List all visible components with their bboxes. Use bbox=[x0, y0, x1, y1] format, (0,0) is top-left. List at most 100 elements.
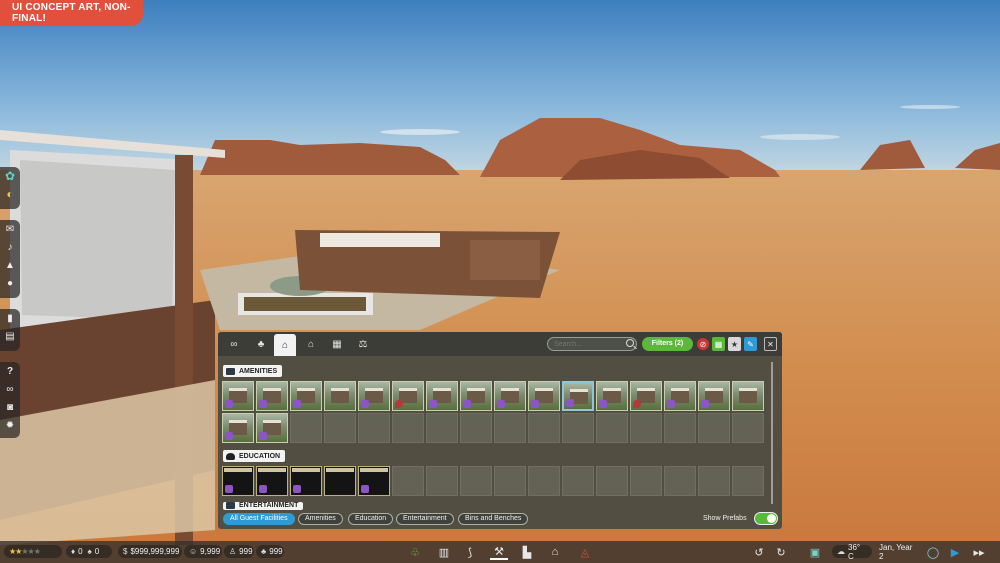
star-icon[interactable]: ★ bbox=[728, 337, 741, 351]
facility-item[interactable] bbox=[358, 466, 390, 496]
show-prefabs-toggle[interactable] bbox=[754, 512, 778, 525]
facility-item[interactable] bbox=[528, 381, 560, 411]
book-icon[interactable]: ▤ bbox=[0, 327, 20, 345]
fence-icon[interactable]: ▥ bbox=[435, 544, 453, 560]
amenities-section-header: AMENITIES bbox=[223, 365, 283, 377]
panel-tab-row: ∞ ♣ ⌂ ⌂ ▦ ⚖ Filters (2) ⊘ ▦ ★ ✎ ✕ bbox=[218, 332, 782, 356]
empty-slot bbox=[664, 412, 696, 443]
category-entertainment[interactable]: Entertainment bbox=[396, 513, 454, 525]
play-icon[interactable]: ▶ bbox=[946, 544, 964, 560]
counters[interactable]: ♦ 0 ♠ 0 bbox=[66, 545, 112, 558]
filters-button[interactable]: Filters (2) bbox=[642, 337, 693, 351]
left-toolbar-group-2: ✉ ♪ ▲ ● bbox=[0, 220, 20, 298]
empty-slot bbox=[426, 466, 458, 496]
guests-display[interactable]: ☺ 9,999 bbox=[184, 545, 222, 558]
facility-item[interactable] bbox=[222, 412, 254, 443]
no-entry-icon[interactable]: ⊘ bbox=[697, 338, 709, 350]
facility-item[interactable] bbox=[460, 381, 492, 411]
facility-item[interactable] bbox=[426, 381, 458, 411]
empty-slot bbox=[732, 412, 764, 443]
molecule-icon[interactable]: ✿ bbox=[0, 167, 20, 185]
panel-scrollbar[interactable] bbox=[771, 362, 773, 504]
facility-item[interactable] bbox=[222, 466, 254, 496]
facility-item[interactable] bbox=[358, 381, 390, 411]
category-amenities[interactable]: Amenities bbox=[298, 513, 343, 525]
shop-icon[interactable]: ⌂ bbox=[546, 544, 564, 560]
category-all-guest-facilities[interactable]: All Guest Facilities bbox=[223, 513, 295, 525]
time-dial-icon[interactable]: ◯ bbox=[924, 544, 942, 560]
buildings-icon[interactable]: ▙ bbox=[518, 544, 536, 560]
facility-item[interactable] bbox=[562, 381, 594, 411]
empty-slot bbox=[596, 412, 628, 443]
guest-badge-icon bbox=[429, 400, 437, 408]
empty-slot bbox=[460, 466, 492, 496]
empty-slot bbox=[698, 466, 730, 496]
category-education[interactable]: Education bbox=[348, 513, 394, 525]
facility-item[interactable] bbox=[664, 381, 696, 411]
date-value: Jan, Year 2 bbox=[879, 542, 913, 561]
balance-tab-icon[interactable]: ⚖ bbox=[352, 335, 374, 354]
terrain-icon[interactable]: ◬ bbox=[576, 544, 594, 560]
category-bins-and-benches[interactable]: Bins and Benches bbox=[458, 513, 529, 525]
search-input[interactable] bbox=[547, 337, 637, 351]
facility-item[interactable] bbox=[256, 412, 288, 443]
redo-icon[interactable]: ↻ bbox=[772, 544, 790, 560]
facility-item[interactable] bbox=[222, 381, 254, 411]
facility-item[interactable] bbox=[596, 381, 628, 411]
left-toolbar-group-3: ▮ ▤ bbox=[0, 309, 20, 351]
bell-icon[interactable]: ♪ bbox=[0, 238, 20, 256]
empty-slot bbox=[290, 412, 322, 443]
guest-badge-icon bbox=[259, 485, 267, 493]
grid-icon[interactable]: ▦ bbox=[712, 337, 725, 351]
plants-display[interactable]: ♣ 999 bbox=[256, 545, 284, 558]
empty-slot bbox=[324, 412, 356, 443]
nature-icon[interactable]: ♧ bbox=[406, 544, 424, 560]
facility-item[interactable] bbox=[290, 466, 322, 496]
guest-badge-icon bbox=[293, 485, 301, 493]
mail-icon[interactable]: ✉ bbox=[0, 220, 20, 238]
dino-icon: ♦ bbox=[71, 547, 76, 556]
settings-icon[interactable]: ✹ bbox=[0, 416, 20, 434]
undo-icon[interactable]: ↺ bbox=[750, 544, 768, 560]
close-icon[interactable]: ✕ bbox=[764, 337, 777, 351]
build-panel: ∞ ♣ ⌂ ⌂ ▦ ⚖ Filters (2) ⊘ ▦ ★ ✎ ✕ AMENIT… bbox=[218, 332, 782, 529]
date-display[interactable]: Jan, Year 2 bbox=[874, 542, 922, 561]
star-empty-icon: ★★★ bbox=[21, 547, 40, 556]
path-icon[interactable]: ⟆ bbox=[461, 544, 479, 560]
warning-icon[interactable]: ▲ bbox=[0, 256, 20, 274]
guest-badge-icon bbox=[293, 400, 301, 408]
park-rating[interactable]: ★★★★★ bbox=[4, 545, 62, 558]
facility-item[interactable] bbox=[494, 381, 526, 411]
link-icon[interactable]: ∞ bbox=[0, 380, 20, 398]
facility-item[interactable] bbox=[698, 381, 730, 411]
pin-icon[interactable]: ✎ bbox=[744, 337, 757, 351]
map-tab-icon[interactable]: ▦ bbox=[326, 335, 348, 354]
facility-item[interactable] bbox=[324, 466, 356, 496]
record-icon[interactable]: ● bbox=[0, 274, 20, 292]
shelter-tab-icon[interactable]: ⌂ bbox=[300, 335, 322, 354]
guests-icon: ☺ bbox=[189, 547, 198, 556]
facility-item[interactable] bbox=[290, 381, 322, 411]
camera-mode-icon[interactable]: ▣ bbox=[806, 544, 824, 560]
facility-item[interactable] bbox=[732, 381, 764, 411]
facility-tab-icon[interactable]: ⌂ bbox=[274, 334, 296, 356]
empty-slot bbox=[664, 466, 696, 496]
mouse-icon[interactable]: ▮ bbox=[0, 309, 20, 327]
facility-item[interactable] bbox=[324, 381, 356, 411]
facility-item[interactable] bbox=[630, 381, 662, 411]
money-display[interactable]: $ $999,999,999 bbox=[118, 545, 182, 558]
location-badge-icon bbox=[633, 400, 641, 408]
camera-icon[interactable]: ◙ bbox=[0, 398, 20, 416]
left-toolbar-group-1: ✿ ◐ bbox=[0, 167, 20, 209]
infinity-tab-icon[interactable]: ∞ bbox=[223, 335, 245, 354]
temperature-display[interactable]: ☁ 36° C bbox=[832, 543, 872, 561]
help-icon[interactable]: ? bbox=[0, 362, 20, 380]
facility-item[interactable] bbox=[392, 381, 424, 411]
facility-item[interactable] bbox=[256, 381, 288, 411]
dino-coin-icon[interactable]: ◐ bbox=[0, 185, 20, 203]
staff-display[interactable]: ♙ 999 bbox=[224, 545, 254, 558]
fast-forward-icon[interactable]: ▸▸ bbox=[970, 544, 988, 560]
facility-item[interactable] bbox=[256, 466, 288, 496]
construction-icon[interactable]: ⚒ bbox=[490, 544, 508, 560]
palm-tab-icon[interactable]: ♣ bbox=[250, 335, 272, 354]
